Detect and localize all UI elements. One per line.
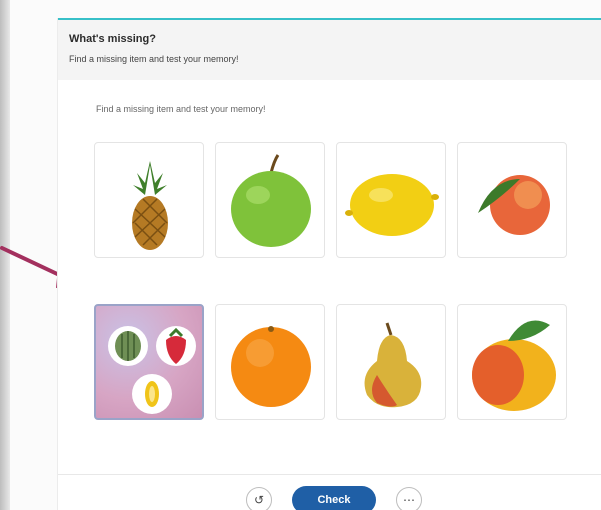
green-apple-icon (231, 154, 311, 247)
page-title: What's missing? (69, 33, 156, 45)
tile-green-apple[interactable] (215, 142, 325, 258)
tile-pear[interactable] (336, 304, 446, 420)
lemon-icon (345, 174, 439, 236)
more-options-button[interactable]: ⋯ (396, 487, 422, 510)
more-icon: ⋯ (403, 493, 415, 507)
page-subtitle: Find a missing item and test your memory… (69, 54, 239, 64)
reset-button[interactable]: ↺ (246, 487, 272, 510)
peach-icon (478, 175, 550, 235)
screenshot: What's missing? Find a missing item and … (0, 0, 601, 510)
tile-pineapple[interactable] (94, 142, 204, 258)
mango-icon (472, 320, 556, 411)
tile-peach[interactable] (457, 142, 567, 258)
tile-mystery[interactable] (94, 304, 204, 420)
tile-orange[interactable] (215, 304, 325, 420)
pear-icon (364, 322, 422, 408)
orange-icon (231, 326, 311, 407)
check-button[interactable]: Check (292, 486, 376, 510)
tile-lemon[interactable] (336, 142, 446, 258)
tile-mango[interactable] (457, 304, 567, 420)
card-header: What's missing? Find a missing item and … (58, 20, 601, 80)
pineapple-icon (132, 161, 168, 250)
reset-icon: ↺ (253, 493, 265, 507)
activity-card: What's missing? Find a missing item and … (58, 18, 601, 510)
instructions-text: Find a missing item and test your memory… (96, 104, 266, 114)
footer-divider (58, 474, 601, 475)
mystery-hint-icons (108, 326, 196, 414)
